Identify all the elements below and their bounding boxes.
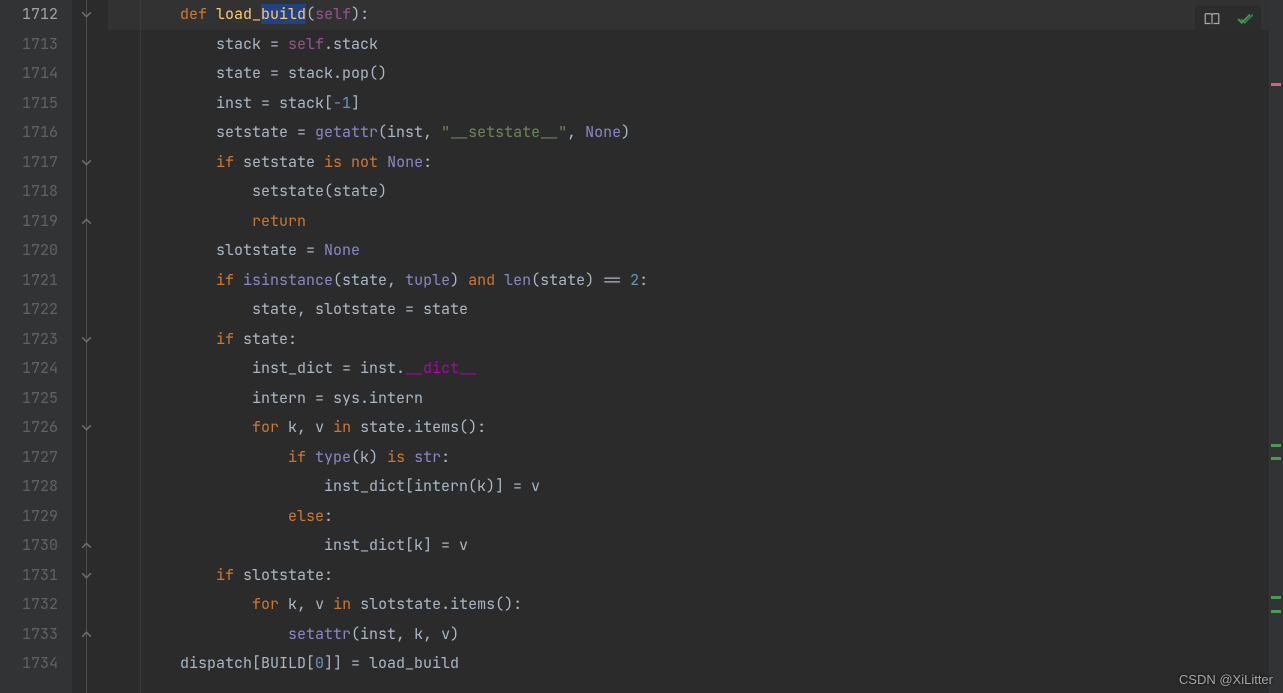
line-number: 1729 bbox=[0, 502, 58, 532]
fold-collapse-icon[interactable] bbox=[80, 569, 93, 582]
code-line[interactable]: else: bbox=[108, 502, 1283, 532]
line-number: 1730 bbox=[0, 531, 58, 561]
code-line[interactable]: state = stack.pop() bbox=[108, 59, 1283, 89]
fold-expand-icon[interactable] bbox=[80, 628, 93, 641]
inspection-ok-icon[interactable] bbox=[1235, 10, 1253, 33]
line-number-gutter: 1712171317141715171617171718171917201721… bbox=[0, 0, 72, 693]
code-line[interactable]: setstate(state) bbox=[108, 177, 1283, 207]
fold-column[interactable] bbox=[72, 0, 102, 693]
line-number: 1719 bbox=[0, 207, 58, 237]
code-area[interactable]: def load_build(self): stack = self.stack… bbox=[102, 0, 1283, 693]
line-number: 1725 bbox=[0, 384, 58, 414]
line-number: 1715 bbox=[0, 89, 58, 119]
line-number: 1720 bbox=[0, 236, 58, 266]
code-line[interactable]: setstate = getattr(inst, "__setstate__",… bbox=[108, 118, 1283, 148]
fold-collapse-icon[interactable] bbox=[80, 156, 93, 169]
line-number: 1726 bbox=[0, 413, 58, 443]
indent-guide bbox=[140, 0, 141, 693]
code-line[interactable]: stack = self.stack bbox=[108, 30, 1283, 60]
stripe-marker[interactable] bbox=[1271, 457, 1281, 460]
line-number: 1727 bbox=[0, 443, 58, 473]
fold-collapse-icon[interactable] bbox=[80, 421, 93, 434]
stripe-marker[interactable] bbox=[1271, 83, 1281, 86]
editor-inspection-widgets bbox=[1195, 6, 1261, 37]
code-line[interactable]: inst_dict = inst.__dict__ bbox=[108, 354, 1283, 384]
error-stripe[interactable] bbox=[1269, 0, 1283, 693]
line-number: 1716 bbox=[0, 118, 58, 148]
line-number: 1728 bbox=[0, 472, 58, 502]
stripe-marker[interactable] bbox=[1271, 610, 1281, 613]
code-line[interactable]: def load_build(self): bbox=[108, 0, 1283, 30]
code-line[interactable]: inst_dict[intern(k)] = v bbox=[108, 472, 1283, 502]
line-number: 1733 bbox=[0, 620, 58, 650]
code-line[interactable]: if state: bbox=[108, 325, 1283, 355]
stripe-marker[interactable] bbox=[1271, 444, 1281, 447]
fold-collapse-icon[interactable] bbox=[80, 333, 93, 346]
fold-expand-icon[interactable] bbox=[80, 215, 93, 228]
line-number: 1731 bbox=[0, 561, 58, 591]
code-line[interactable]: dispatch[BUILD[0]] = load_build bbox=[108, 649, 1283, 679]
code-line[interactable]: if slotstate: bbox=[108, 561, 1283, 591]
line-number: 1718 bbox=[0, 177, 58, 207]
watermark-text: CSDN @XiLitter bbox=[1179, 672, 1273, 687]
code-line[interactable]: slotstate = None bbox=[108, 236, 1283, 266]
fold-expand-icon[interactable] bbox=[80, 539, 93, 552]
code-line[interactable]: if type(k) is str: bbox=[108, 443, 1283, 473]
code-line[interactable]: inst = stack[-1] bbox=[108, 89, 1283, 119]
stripe-marker[interactable] bbox=[1271, 596, 1281, 599]
line-number: 1722 bbox=[0, 295, 58, 325]
line-number: 1723 bbox=[0, 325, 58, 355]
code-line[interactable]: inst_dict[k] = v bbox=[108, 531, 1283, 561]
line-number: 1724 bbox=[0, 354, 58, 384]
fold-collapse-icon[interactable] bbox=[80, 8, 93, 21]
code-line[interactable]: if isinstance(state, tuple) and len(stat… bbox=[108, 266, 1283, 296]
code-line[interactable]: setattr(inst, k, v) bbox=[108, 620, 1283, 650]
code-line[interactable]: for k, v in state.items(): bbox=[108, 413, 1283, 443]
fold-guideline bbox=[86, 0, 87, 693]
code-line[interactable]: return bbox=[108, 207, 1283, 237]
line-number: 1717 bbox=[0, 148, 58, 178]
code-editor[interactable]: 1712171317141715171617171718171917201721… bbox=[0, 0, 1283, 693]
code-line[interactable]: intern = sys.intern bbox=[108, 384, 1283, 414]
line-number: 1734 bbox=[0, 649, 58, 679]
line-number: 1712 bbox=[0, 0, 58, 30]
reader-mode-icon[interactable] bbox=[1203, 10, 1221, 33]
line-number: 1713 bbox=[0, 30, 58, 60]
code-line[interactable]: for k, v in slotstate.items(): bbox=[108, 590, 1283, 620]
line-number: 1714 bbox=[0, 59, 58, 89]
line-number: 1732 bbox=[0, 590, 58, 620]
code-line[interactable]: state, slotstate = state bbox=[108, 295, 1283, 325]
code-line[interactable]: if setstate is not None: bbox=[108, 148, 1283, 178]
line-number: 1721 bbox=[0, 266, 58, 296]
